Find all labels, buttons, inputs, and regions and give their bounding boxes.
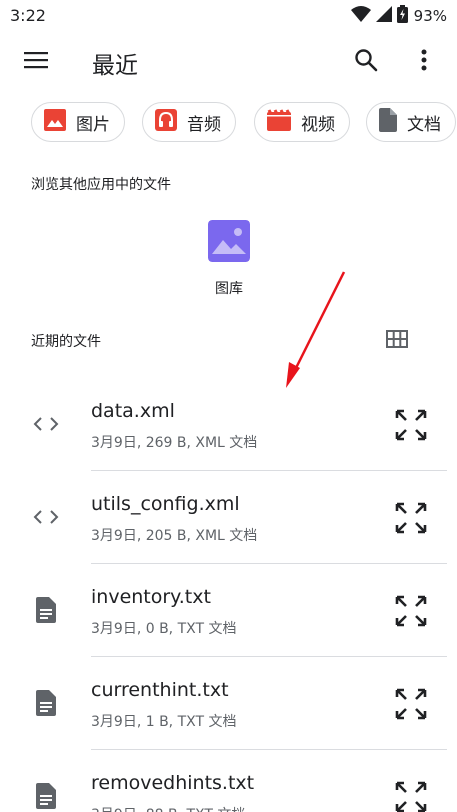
wifi-icon [350,5,371,27]
battery-icon [396,5,408,27]
file-name: inventory.txt [91,586,211,608]
file-name: utils_config.xml [91,493,240,515]
headphones-icon [155,108,177,136]
menu-button[interactable] [14,44,58,80]
chip-label: 图片 [76,114,110,135]
app-bar: 最近 [0,32,457,92]
text-file-icon [32,782,60,810]
expand-preview-button[interactable] [392,406,430,444]
expand-preview-button[interactable] [392,592,430,630]
file-row[interactable]: currenthint.txt 3月9日, 1 B, TXT 文档 [0,657,457,750]
code-icon [32,410,60,438]
text-file-icon [32,596,60,624]
status-icons: 93% [350,5,447,27]
search-icon [354,48,378,76]
chip-label: 视频 [301,114,335,135]
gallery-label: 图库 [215,281,243,297]
file-meta: 3月9日, 0 B, TXT 文档 [91,621,237,637]
document-icon [379,107,397,137]
file-name: data.xml [91,400,175,422]
expand-preview-button[interactable] [392,685,430,723]
text-file-icon [32,689,60,717]
status-bar: 3:22 93% [0,0,457,32]
expand-preview-button[interactable] [392,778,430,812]
file-name: currenthint.txt [91,679,229,701]
expand-preview-button[interactable] [392,499,430,537]
file-meta: 3月9日, 205 B, XML 文档 [91,528,258,544]
gallery-app-button[interactable]: 图库 [193,214,265,304]
file-row[interactable]: removedhints.txt 3月9日, 88 B, TXT 文档 [0,750,457,812]
gallery-icon [208,214,250,266]
grid-view-icon [386,330,408,352]
chip-videos[interactable]: 视频 [254,102,350,142]
file-row[interactable]: inventory.txt 3月9日, 0 B, TXT 文档 [0,564,457,657]
file-meta: 3月9日, 88 B, TXT 文档 [91,804,245,812]
expand-icon [395,409,427,441]
file-row[interactable]: data.xml 3月9日, 269 B, XML 文档 [0,378,457,471]
file-name: removedhints.txt [91,772,255,794]
movie-icon [267,108,292,136]
chip-documents[interactable]: 文档 [366,102,456,142]
browse-section-title: 浏览其他应用中的文件 [31,177,171,193]
chip-images[interactable]: 图片 [31,102,125,142]
file-meta: 3月9日, 1 B, TXT 文档 [91,714,237,730]
battery-percent: 93% [413,7,447,25]
chip-label: 文档 [407,114,441,135]
chip-audio[interactable]: 音频 [142,102,236,142]
status-time: 3:22 [10,6,46,25]
search-button[interactable] [346,44,386,80]
more-vert-icon [421,49,427,75]
image-icon [44,108,66,136]
chip-label: 音频 [187,114,221,135]
recent-section-title: 近期的文件 [31,334,101,350]
expand-icon [395,781,427,812]
grid-view-toggle[interactable] [382,326,412,356]
expand-icon [395,688,427,720]
more-options-button[interactable] [406,44,442,80]
menu-icon [24,51,48,73]
expand-icon [395,595,427,627]
page-title: 最近 [92,53,138,79]
expand-icon [395,502,427,534]
recent-files-list: data.xml 3月9日, 269 B, XML 文档 utils_confi… [0,378,457,812]
signal-icon [375,5,393,27]
file-row[interactable]: utils_config.xml 3月9日, 205 B, XML 文档 [0,471,457,564]
file-meta: 3月9日, 269 B, XML 文档 [91,435,258,451]
filter-chips: 图片 音频 视频 文档 [0,100,457,144]
code-icon [32,503,60,531]
